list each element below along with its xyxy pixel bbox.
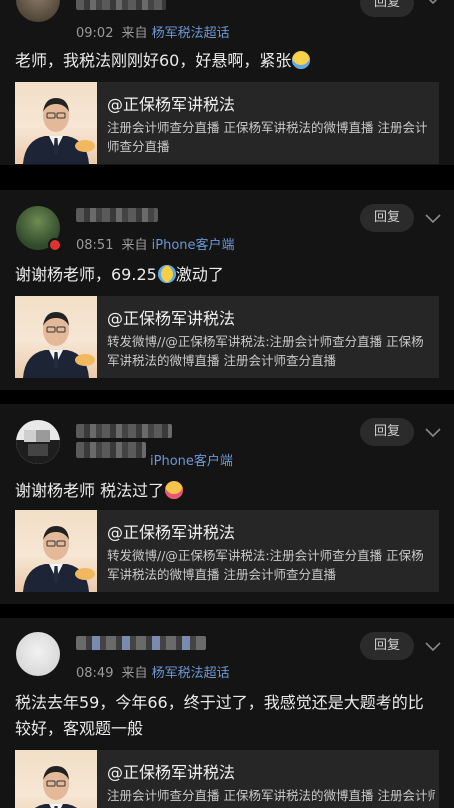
- post-time: 08:49: [76, 666, 114, 681]
- chevron-down-icon[interactable]: [424, 639, 442, 653]
- source-prefix: 来自: [121, 26, 148, 41]
- comment-text: 谢谢杨老师，69.25 激动了: [15, 262, 439, 288]
- divider: [0, 608, 454, 618]
- divider: [0, 180, 454, 190]
- verified-badge-icon: [48, 238, 62, 252]
- username-blurred[interactable]: [76, 636, 206, 650]
- comment-feed: 09:02 来自 杨军税法超话 回复 老师，我税法刚刚好60，好悬啊，紧张 @正…: [0, 0, 454, 808]
- presenter-thumbnail: [15, 296, 97, 378]
- presenter-image: [23, 526, 95, 592]
- post-time: 08:51: [76, 238, 114, 253]
- comment-item: 08:51 来自 iPhone客户端 回复 谢谢杨老师，69.25 激动了 @正…: [0, 190, 454, 390]
- presenter-image: [23, 312, 95, 378]
- meta-blurred: [76, 442, 146, 458]
- comment-item: iPhone客户端 回复 谢谢杨老师 税法过了 @正保杨军讲税法 转发微博//@…: [0, 404, 454, 604]
- source-prefix: 来自: [121, 666, 148, 681]
- crying-emoji: [165, 481, 184, 499]
- card-title: @正保杨军讲税法: [107, 763, 236, 782]
- link-card[interactable]: @正保杨军讲税法 注册会计师查分直播 正保杨军讲税法的微博直播 注册会计师查分直…: [15, 82, 439, 164]
- post-meta: 09:02 来自 杨军税法超话: [76, 22, 230, 41]
- comment-text-tail: 激动了: [175, 265, 224, 284]
- divider: [0, 394, 454, 404]
- card-title: @正保杨军讲税法: [107, 523, 236, 542]
- card-description: 转发微博//@正保杨军讲税法:注册会计师查分直播 正保杨军讲税法的微博直播 注册…: [107, 334, 424, 368]
- username-blurred[interactable]: [76, 0, 166, 10]
- chevron-down-icon[interactable]: [424, 425, 442, 439]
- presenter-image: [35, 766, 77, 808]
- source-link[interactable]: 杨军税法超话: [152, 666, 230, 681]
- card-title: @正保杨军讲税法: [107, 309, 236, 328]
- avatar[interactable]: [16, 632, 60, 676]
- presenter-image: [23, 98, 95, 164]
- post-meta: iPhone客户端: [150, 450, 233, 469]
- reply-button[interactable]: 回复: [360, 632, 414, 660]
- comment-text-body: 谢谢杨老师 税法过了: [15, 481, 165, 500]
- avatar-mosaic: [16, 430, 60, 464]
- reply-button[interactable]: 回复: [360, 0, 414, 17]
- card-title: @正保杨军讲税法: [107, 95, 236, 114]
- post-meta: 08:49 来自 杨军税法超话: [76, 662, 230, 681]
- tears-of-joy-emoji: [157, 265, 176, 283]
- presenter-thumbnail: [15, 82, 97, 164]
- chevron-down-icon[interactable]: [424, 0, 442, 6]
- presenter-thumbnail: [15, 750, 97, 808]
- comment-text-body: 老师，我税法刚刚好60，好悬啊，紧张: [15, 51, 292, 70]
- reply-button[interactable]: 回复: [360, 204, 414, 232]
- comment-text-body: 税法去年59，今年66，终于过了，我感觉还是大题考的比较好，客观题一般: [15, 693, 424, 738]
- comment-text: 老师，我税法刚刚好60，好悬啊，紧张: [15, 48, 439, 74]
- link-card[interactable]: @正保杨军讲税法 注册会计师查分直播 正保杨军讲税法的微博直播 注册会计师查分直…: [15, 750, 439, 808]
- comment-text: 税法去年59，今年66，终于过了，我感觉还是大题考的比较好，客观题一般: [15, 690, 439, 742]
- post-meta: 08:51 来自 iPhone客户端: [76, 234, 235, 253]
- source-prefix: 来自: [121, 238, 148, 253]
- card-description: 注册会计师查分直播 正保杨军讲税法的微博直播 注册会计师查分直播: [107, 788, 435, 803]
- source-link[interactable]: iPhone客户端: [150, 454, 233, 469]
- card-description: 注册会计师查分直播 正保杨军讲税法的微博直播 注册会计师查分直播: [107, 120, 428, 154]
- chevron-down-icon[interactable]: [424, 211, 442, 225]
- source-link[interactable]: 杨军税法超话: [152, 26, 230, 41]
- comment-item: 08:49 来自 杨军税法超话 回复 税法去年59，今年66，终于过了，我感觉还是…: [0, 618, 454, 808]
- comment-item: 09:02 来自 杨军税法超话 回复 老师，我税法刚刚好60，好悬啊，紧张 @正…: [0, 0, 454, 165]
- source-link[interactable]: iPhone客户端: [152, 238, 235, 253]
- username-blurred[interactable]: [76, 424, 172, 438]
- link-card[interactable]: @正保杨军讲税法 转发微博//@正保杨军讲税法:注册会计师查分直播 正保杨军讲税…: [15, 510, 439, 592]
- link-card[interactable]: @正保杨军讲税法 转发微博//@正保杨军讲税法:注册会计师查分直播 正保杨军讲税…: [15, 296, 439, 378]
- comment-text: 谢谢杨老师 税法过了: [15, 478, 439, 504]
- username-blurred[interactable]: [76, 208, 158, 222]
- comment-text-body: 谢谢杨老师，69.25: [15, 265, 157, 284]
- avatar[interactable]: [16, 420, 60, 464]
- post-time: 09:02: [76, 26, 114, 41]
- card-description: 转发微博//@正保杨军讲税法:注册会计师查分直播 正保杨军讲税法的微博直播 注册…: [107, 548, 424, 582]
- avatar[interactable]: [16, 0, 60, 22]
- anxious-sweat-emoji: [292, 51, 311, 69]
- presenter-thumbnail: [15, 510, 97, 592]
- reply-button[interactable]: 回复: [360, 418, 414, 446]
